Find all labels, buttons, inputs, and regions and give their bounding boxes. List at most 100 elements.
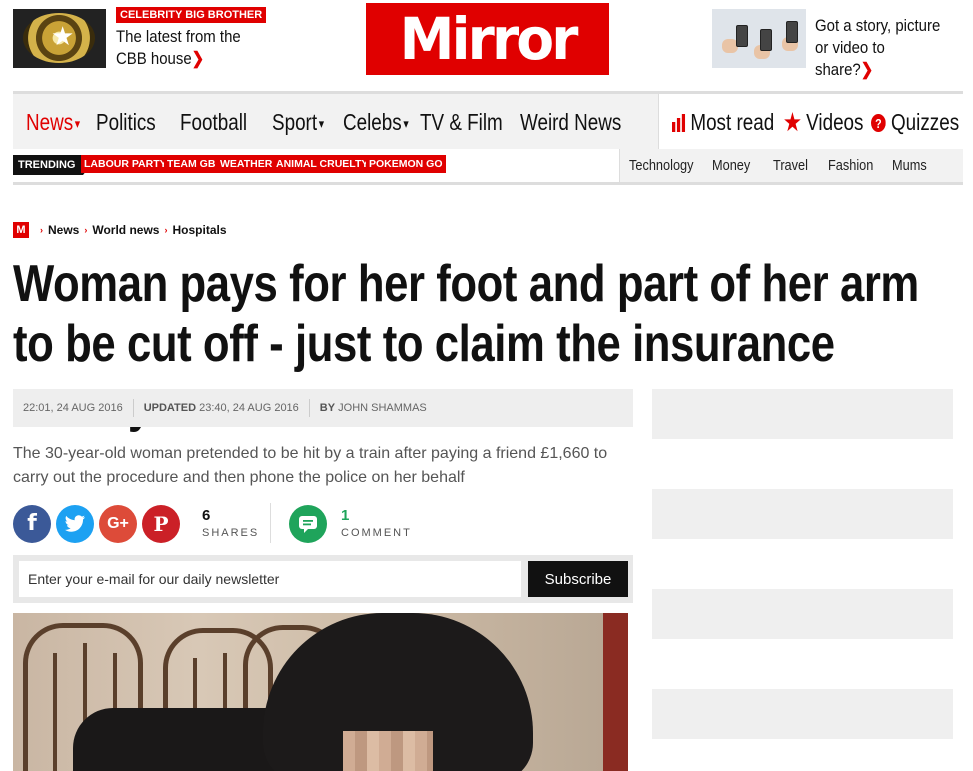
breadcrumb-hospitals[interactable]: Hospitals <box>172 223 226 237</box>
nav-item-weird-news[interactable]: Weird News <box>520 108 621 136</box>
most-read-label: Most read <box>690 109 775 135</box>
byline-label: BY <box>319 402 336 414</box>
author-link[interactable]: JOHN SHAMMAS <box>338 402 427 414</box>
share-bar: f G+ P 6 SHARES 1 COMMENT <box>13 503 633 545</box>
comments-button[interactable] <box>289 505 327 543</box>
cbb-promo-link[interactable]: The latest from the CBB house❯ <box>116 26 248 70</box>
sidebar-ad-slot <box>652 489 953 539</box>
nav-label: Politics <box>96 109 156 135</box>
breadcrumb-world-news[interactable]: World news <box>92 223 159 237</box>
nav-right-links: Most read ★ Videos ? Quizzes <box>658 94 963 149</box>
sidebar-ad-slot <box>652 589 953 639</box>
shares-count: 6 <box>202 507 211 524</box>
newsletter-email-input[interactable] <box>19 561 521 597</box>
twitter-icon <box>65 515 85 532</box>
story-share-link[interactable]: Got a story, picture or video to share?❯ <box>815 15 947 81</box>
cbb-thumbnail[interactable]: ★ <box>13 9 106 68</box>
pinterest-icon: P <box>153 512 169 536</box>
breadcrumb-separator: › <box>164 225 168 235</box>
nav-item-politics[interactable]: Politics <box>96 108 156 136</box>
phone-image <box>736 25 748 47</box>
logo-text: Mirror <box>399 5 578 73</box>
googleplus-icon: G+ <box>107 515 129 532</box>
subnav-item-technology[interactable]: Technology <box>629 157 694 174</box>
star-icon: ★ <box>784 109 801 135</box>
share-divider <box>270 503 271 543</box>
subnav-item-mums[interactable]: Mums <box>892 157 927 174</box>
subscribe-button[interactable]: Subscribe <box>528 561 628 597</box>
nav-label: Weird News <box>520 109 622 135</box>
chevron-down-icon: ▾ <box>74 115 81 131</box>
pinterest-share-button[interactable]: P <box>142 505 180 543</box>
breadcrumb: M › News › World news › Hospitals <box>13 221 227 239</box>
sidebar-ad-slot <box>652 689 953 739</box>
nav-item-tv-film[interactable]: TV & Film <box>420 108 503 136</box>
nav-item-news[interactable]: News ▾ <box>26 108 80 138</box>
comments-count[interactable]: 1 <box>341 507 349 524</box>
nav-item-football[interactable]: Football <box>180 108 247 136</box>
trending-tag[interactable]: LABOUR PARTY <box>81 155 170 173</box>
facebook-icon: f <box>27 511 37 536</box>
facebook-share-button[interactable]: f <box>13 505 51 543</box>
article-hero-image[interactable] <box>13 613 628 771</box>
nav-item-celebs[interactable]: Celebs ▾ <box>343 108 409 138</box>
nav-label: News <box>26 109 74 135</box>
background-door <box>603 613 628 771</box>
bar-chart-icon <box>672 109 690 135</box>
mirror-home-icon[interactable]: M <box>13 222 29 238</box>
cbb-tag[interactable]: CELEBRITY BIG BROTHER <box>116 7 267 23</box>
chevron-down-icon: ▾ <box>403 115 409 131</box>
star-icon: ★ <box>51 21 75 51</box>
twitter-share-button[interactable] <box>56 505 94 543</box>
nav-item-sport[interactable]: Sport ▾ <box>272 108 324 138</box>
main-nav: News ▾ Politics Football Sport ▾ Celebs ▾ T… <box>13 91 963 149</box>
trending-tag[interactable]: WEATHER <box>217 155 276 173</box>
chevron-right-icon: ❯ <box>191 49 205 68</box>
most-read-link[interactable]: Most read <box>672 108 774 136</box>
quizzes-link[interactable]: ? Quizzes <box>871 108 959 136</box>
trending-bar: TRENDING LABOUR PARTY TEAM GB WEATHER AN… <box>13 149 963 185</box>
mirror-logo[interactable]: Mirror <box>366 3 609 75</box>
story-share-thumbnail[interactable] <box>712 9 806 68</box>
sub-nav: Technology Money Travel Fashion Mums <box>619 149 963 182</box>
newsletter-signup: Subscribe <box>13 555 633 603</box>
updated-label: UPDATED <box>143 402 197 414</box>
subnav-item-fashion[interactable]: Fashion <box>828 157 873 174</box>
nav-label: Celebs <box>343 109 402 135</box>
subnav-item-money[interactable]: Money <box>712 157 750 174</box>
article-meta: 22:01, 24 AUG 2016 UPDATED 23:40, 24 AUG… <box>13 389 633 427</box>
chevron-down-icon: ▾ <box>318 115 325 131</box>
published-time: 22:01, 24 AUG 2016 <box>23 402 123 414</box>
phone-image <box>760 29 772 51</box>
trending-tag[interactable]: ANIMAL CRUELTY <box>273 155 372 173</box>
updated-time: 23:40, 24 AUG 2016 <box>199 402 299 414</box>
story-share-text: Got a story, picture or video to share? <box>815 16 941 79</box>
shares-label: SHARES <box>202 527 260 539</box>
chair-slat <box>53 653 57 771</box>
cbb-promo-text: The latest from the CBB house <box>116 27 241 68</box>
trending-tag[interactable]: TEAM GB <box>164 155 219 173</box>
nav-label: TV & Film <box>420 109 503 135</box>
comments-label[interactable]: COMMENT <box>341 527 412 539</box>
sidebar-ad-slot <box>652 389 953 439</box>
svg-text:?: ? <box>875 116 882 131</box>
breadcrumb-separator: › <box>40 225 43 235</box>
phone-image <box>786 21 798 43</box>
meta-divider <box>132 399 134 417</box>
videos-link[interactable]: ★ Videos <box>784 108 863 136</box>
question-icon: ? <box>871 109 891 135</box>
breadcrumb-separator: › <box>84 225 88 235</box>
top-promo-bar: ★ CELEBRITY BIG BROTHER The latest from … <box>0 0 973 88</box>
subnav-item-travel[interactable]: Travel <box>773 157 808 174</box>
chevron-right-icon: ❯ <box>860 60 874 79</box>
googleplus-share-button[interactable]: G+ <box>99 505 137 543</box>
videos-label: Videos <box>806 109 864 135</box>
pixelated-face <box>343 731 433 771</box>
trending-label: TRENDING <box>13 155 92 175</box>
article-standfirst: The 30-year-old woman pretended to be hi… <box>13 445 608 486</box>
trending-tag[interactable]: POKEMON GO <box>366 155 446 173</box>
quizzes-label: Quizzes <box>891 109 960 135</box>
meta-divider <box>308 399 310 417</box>
breadcrumb-news[interactable]: News <box>48 223 79 237</box>
nav-label: Football <box>180 109 248 135</box>
